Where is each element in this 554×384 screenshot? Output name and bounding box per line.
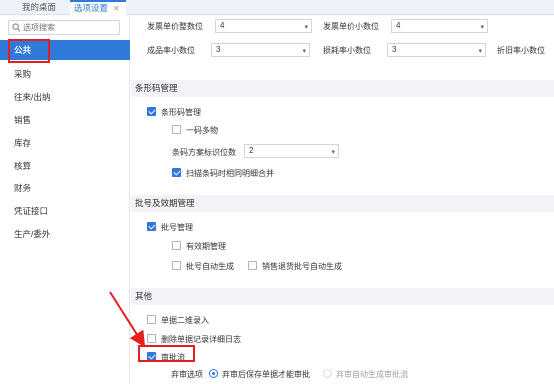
tab-label: 选项设置 <box>74 3 109 13</box>
sidebar: 公共 采购 往来/出纳 销售 库存 核算 财务 凭证接口 生产/委外 <box>0 16 130 384</box>
scan-merge-label: 扫描条码时相同明细合并 <box>186 169 274 178</box>
barcode-digits-select[interactable]: 2 ▾ <box>244 144 339 158</box>
chevron-down-icon: ▾ <box>478 48 482 55</box>
highlight-box-public <box>8 39 50 63</box>
batch-auto-label: 批号自动生成 <box>186 262 234 271</box>
delete-log-checkbox[interactable] <box>147 334 156 343</box>
batch-auto-checkbox[interactable] <box>172 261 181 270</box>
multi-item-label: 一码多物 <box>186 126 218 135</box>
twod-entry-checkbox[interactable] <box>147 315 156 324</box>
scan-merge-checkbox[interactable] <box>172 168 181 177</box>
invoice-price-int-select[interactable]: 4 ▾ <box>215 19 312 33</box>
barcode-manage-checkbox[interactable] <box>147 107 156 116</box>
tab-my-desktop[interactable]: 我的桌面 <box>22 0 56 15</box>
sidebar-item-inventory[interactable]: 库存 <box>0 133 130 153</box>
barcode-digits-label: 条码方案标识位数 <box>172 148 236 157</box>
chevron-down-icon: ▾ <box>302 48 306 55</box>
barcode-manage-label: 条形码管理 <box>161 108 201 117</box>
depreciation-label: 折旧率小数位 <box>497 46 545 55</box>
loss-rate-label: 损耗率小数位 <box>323 46 371 55</box>
tab-options-settings[interactable]: 选项设置 ✕ <box>70 0 126 16</box>
batch-manage-label: 批号管理 <box>161 223 193 232</box>
search-box <box>8 20 120 35</box>
delete-log-label: 删除单据记录详细日志 <box>161 335 241 344</box>
batch-manage-checkbox[interactable] <box>147 222 156 231</box>
sidebar-item-finance[interactable]: 财务 <box>0 178 130 198</box>
main-panel: 发票单价整数位 4 ▾ 发票单价小数位 4 ▾ 成品率小数位 3 ▾ 损耗率小数位 3… <box>131 16 554 384</box>
sidebar-item-voucher-interface[interactable]: 凭证接口 <box>0 201 130 221</box>
invoice-price-dec-select[interactable]: 4 ▾ <box>391 19 488 33</box>
sidebar-item-sales[interactable]: 销售 <box>0 110 130 130</box>
chevron-down-icon: ▾ <box>304 24 308 31</box>
audit-option1-radio[interactable] <box>209 369 218 378</box>
multi-item-checkbox[interactable] <box>172 125 181 134</box>
finished-rate-label: 成品率小数位 <box>147 46 195 55</box>
sidebar-item-accounting[interactable]: 核算 <box>0 156 130 176</box>
invoice-price-dec-label: 发票单价小数位 <box>323 22 379 31</box>
search-input[interactable] <box>23 22 117 33</box>
section-barcode: 条形码管理 <box>131 80 554 97</box>
expiry-manage-label: 有效期管理 <box>186 242 226 251</box>
section-other: 其他 <box>131 288 554 305</box>
invoice-price-int-label: 发票单价整数位 <box>147 22 203 31</box>
sidebar-item-purchase[interactable]: 采购 <box>0 64 130 84</box>
tab-bar: 我的桌面 选项设置 ✕ <box>0 0 554 16</box>
expiry-manage-checkbox[interactable] <box>172 241 181 250</box>
sidebar-item-ar-cashier[interactable]: 往来/出纳 <box>0 87 130 107</box>
audit-option2-label: 弃审自动生成审批流 <box>336 370 408 379</box>
chevron-down-icon: ▾ <box>480 24 484 31</box>
twod-entry-label: 单据二维录入 <box>161 316 209 325</box>
chevron-down-icon: ▾ <box>331 149 335 156</box>
loss-rate-select[interactable]: 3 ▾ <box>387 43 486 57</box>
search-icon <box>12 23 21 32</box>
audit-option1-label: 弃审后保存单据才能审批 <box>222 370 310 379</box>
highlight-box-approval <box>138 345 195 362</box>
sidebar-item-production[interactable]: 生产/委外 <box>0 224 130 244</box>
audit-option-label: 弃审选项 <box>171 370 203 379</box>
finished-rate-select[interactable]: 3 ▾ <box>211 43 310 57</box>
audit-option2-radio[interactable] <box>323 369 332 378</box>
close-icon[interactable]: ✕ <box>113 4 120 13</box>
section-batch: 批号及效期管理 <box>131 195 554 212</box>
return-batch-auto-label: 销售退货批号自动生成 <box>262 262 342 271</box>
return-batch-auto-checkbox[interactable] <box>248 261 257 270</box>
